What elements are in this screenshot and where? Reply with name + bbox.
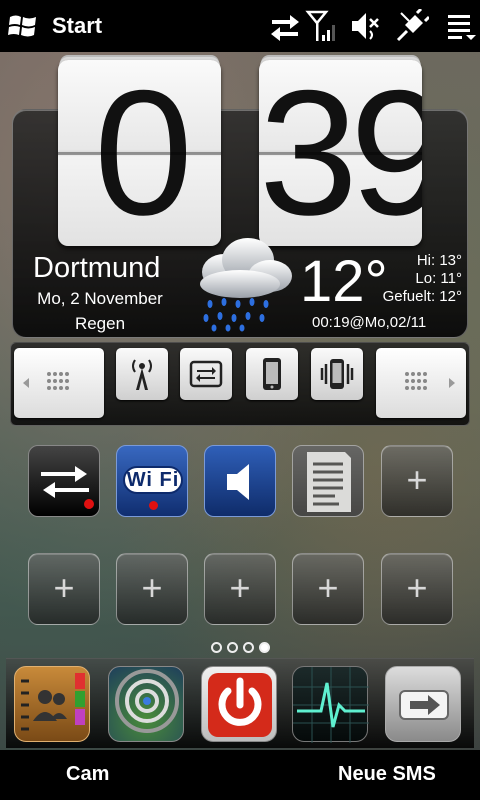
wifi-status-dot <box>149 501 158 510</box>
plus-icon: + <box>317 567 339 608</box>
page-dot-2[interactable] <box>227 642 238 653</box>
page-dot-1[interactable] <box>211 642 222 653</box>
weather-feels-like: Gefuelt: 12° <box>382 288 462 305</box>
notes-icon <box>307 452 351 512</box>
weather-hi: Hi: 13° <box>416 252 462 269</box>
add-shortcut-button[interactable]: + <box>381 445 453 517</box>
add-shortcut-button[interactable]: + <box>28 553 100 625</box>
page-dot-3[interactable] <box>243 642 254 653</box>
speaker-muted-icon[interactable] <box>348 9 382 43</box>
heart-monitor-icon[interactable] <box>292 666 369 743</box>
weather-city[interactable]: Dortmund <box>33 252 160 285</box>
data-sync-icon[interactable] <box>268 9 302 43</box>
notes-shortcut[interactable] <box>292 445 364 517</box>
vibrate-icon <box>320 359 354 389</box>
sound-shortcut[interactable] <box>204 445 276 517</box>
weather-updated: 00:19@Mo,02/11 <box>312 314 427 331</box>
chevron-left-icon <box>23 378 29 388</box>
weather-hi-lo: Hi: 13° Lo: 11° Gefuelt: 12° <box>372 252 462 306</box>
wifi-label: Wi Fi <box>126 469 180 491</box>
sync-toggle-button[interactable] <box>180 348 232 400</box>
windows-start-icon[interactable] <box>8 13 38 39</box>
scroll-left-button[interactable] <box>14 348 104 418</box>
scroll-right-button[interactable] <box>376 348 466 418</box>
softkey-right[interactable]: Neue SMS <box>338 763 436 786</box>
sound-icon <box>227 464 249 500</box>
status-bar: Start <box>0 0 480 52</box>
add-shortcut-button[interactable]: + <box>116 553 188 625</box>
wireless-antenna-icon <box>132 359 152 390</box>
softkey-left[interactable]: Cam <box>66 763 109 786</box>
phone-device-button[interactable] <box>246 348 298 400</box>
gps-icon[interactable] <box>108 666 184 742</box>
weather-condition: Regen <box>74 314 126 333</box>
wifi-shortcut[interactable]: Wi Fi <box>116 445 188 517</box>
phone-device-icon <box>263 358 281 390</box>
clock-minutes[interactable]: 39 <box>259 60 422 246</box>
add-shortcut-button[interactable]: + <box>381 553 453 625</box>
page-dot-4-active[interactable] <box>259 642 270 653</box>
weather-lo: Lo: 11° <box>415 270 462 287</box>
wifi-icon: Wi Fi <box>123 466 183 494</box>
clock-hours[interactable]: 0 <box>58 60 221 246</box>
rain-cloud-icon <box>190 232 300 332</box>
menu-icon[interactable] <box>446 9 480 43</box>
weather-date: Mo, 2 November <box>37 289 163 308</box>
grid-dots-icon <box>405 372 427 390</box>
signal-icon[interactable] <box>305 9 339 43</box>
add-shortcut-button[interactable]: + <box>292 553 364 625</box>
data-connection-icon <box>41 466 94 509</box>
exit-arrow-icon[interactable] <box>385 666 461 742</box>
plug-charging-icon[interactable] <box>395 7 431 43</box>
plus-icon: + <box>406 459 428 500</box>
power-icon[interactable] <box>201 666 277 742</box>
chevron-right-icon <box>449 378 455 388</box>
data-connection-shortcut[interactable] <box>28 445 100 517</box>
status-title[interactable]: Start <box>52 13 102 39</box>
wireless-antenna-button[interactable] <box>116 348 168 400</box>
grid-dots-icon <box>47 372 69 390</box>
plus-icon: + <box>53 567 75 608</box>
vibrate-button[interactable] <box>311 348 363 400</box>
plus-icon: + <box>141 567 163 608</box>
plus-icon: + <box>406 567 428 608</box>
add-shortcut-button[interactable]: + <box>204 553 276 625</box>
contacts-icon[interactable] <box>14 666 90 742</box>
plus-icon: + <box>229 567 251 608</box>
sync-toggle-icon <box>189 360 223 388</box>
